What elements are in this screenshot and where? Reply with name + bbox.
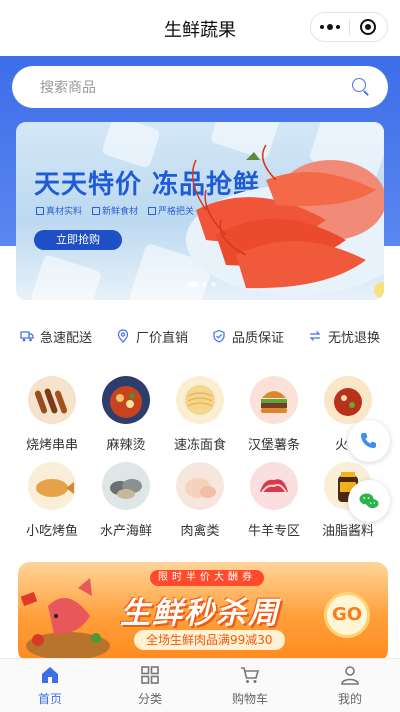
category-image [176,462,224,510]
title-bar: 生鲜蔬果 [0,0,400,56]
category-image [250,376,298,424]
phone-button[interactable] [348,420,390,462]
category-image [176,376,224,424]
carousel-dots[interactable] [188,282,216,287]
promo-banner[interactable]: 天天特价 冻品抢鲜 真材实料 新鲜食材 严格把关 立即抢购 [16,122,384,300]
category-image [324,376,372,424]
exchange-icon [309,331,321,341]
service-strip: 急速配送 厂价直销 品质保证 无忧退换 [0,320,400,352]
more-button[interactable] [311,13,349,41]
wechat-button[interactable] [348,480,390,522]
category-bbq-skewers[interactable]: 烧烤串串 [16,376,88,453]
category-image [250,462,298,510]
miniprogram-capsule [310,12,388,42]
truck-icon [20,331,34,342]
search-input[interactable]: 搜索商品 [40,77,352,97]
category-image [102,376,150,424]
tab-category[interactable]: 分类 [100,659,200,712]
go-button[interactable]: GO [324,592,370,638]
category-image [102,462,150,510]
category-seafood[interactable]: 水产海鲜 [90,462,162,539]
category-malatang[interactable]: 麻辣烫 [90,376,162,453]
tab-home[interactable]: 首页 [0,659,100,712]
grid-icon [141,666,159,684]
category-image [28,376,76,424]
banner-tag: 真材实料 [36,204,82,217]
service-return: 无忧退换 [308,327,380,346]
phone-icon [361,433,376,448]
shrimp-image [186,144,384,298]
search-bar[interactable]: 搜索商品 [12,66,388,108]
tab-cart[interactable]: 购物车 [200,659,300,712]
banner-tag: 新鲜食材 [92,204,138,217]
wechat-icon [359,493,379,509]
promo-subtitle: 全场生鲜肉品满99减30 [134,630,285,650]
category-snack-grilled-fish[interactable]: 小吃烤鱼 [16,462,88,539]
fish-basket-image [20,578,110,660]
location-icon [117,329,129,343]
service-quality: 品质保证 [212,327,284,346]
search-icon[interactable] [352,78,370,96]
home-icon [42,667,58,683]
category-frozen-noodles[interactable]: 速冻面食 [164,376,236,453]
category-beef-lamb[interactable]: 牛羊专区 [238,462,310,539]
buy-now-button[interactable]: 立即抢购 [34,230,122,250]
category-burger-fries[interactable]: 汉堡薯条 [238,376,310,453]
cart-icon [241,667,260,683]
banner-tags: 真材实料 新鲜食材 严格把关 [36,204,194,217]
promo-badge: 限时半价大酬券 [150,570,264,586]
target-icon [360,19,377,35]
close-miniprogram-button[interactable] [349,13,387,41]
user-icon [341,666,359,685]
shield-icon [213,329,225,343]
flash-sale-banner[interactable]: 限时半价大酬券 生鲜秒杀周 全场生鲜肉品满99减30 GO [18,562,388,662]
promo-title: 生鲜秒杀周 [120,596,280,631]
tab-profile[interactable]: 我的 [300,659,400,712]
category-image [28,462,76,510]
service-factory-direct: 厂价直销 [116,327,188,346]
category-poultry[interactable]: 肉禽类 [164,462,236,539]
bottom-tab-bar: 首页 分类 购物车 我的 [0,658,400,712]
service-fast-delivery: 急速配送 [20,327,92,346]
